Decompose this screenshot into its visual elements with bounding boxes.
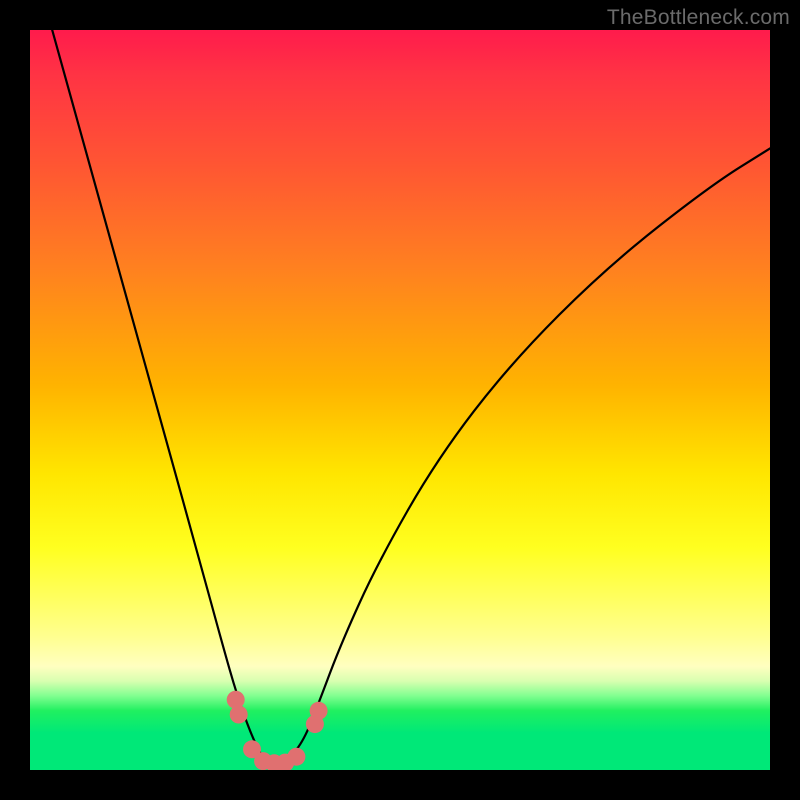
chart-frame: TheBottleneck.com — [0, 0, 800, 800]
bottleneck-curve — [52, 30, 770, 764]
highlight-marker — [230, 706, 248, 724]
watermark-text: TheBottleneck.com — [607, 6, 790, 30]
plot-area — [30, 30, 770, 770]
highlight-marker — [287, 748, 305, 766]
highlight-marker — [227, 691, 245, 709]
highlight-marker — [310, 702, 328, 720]
curve-layer — [30, 30, 770, 770]
highlight-markers — [227, 691, 328, 770]
